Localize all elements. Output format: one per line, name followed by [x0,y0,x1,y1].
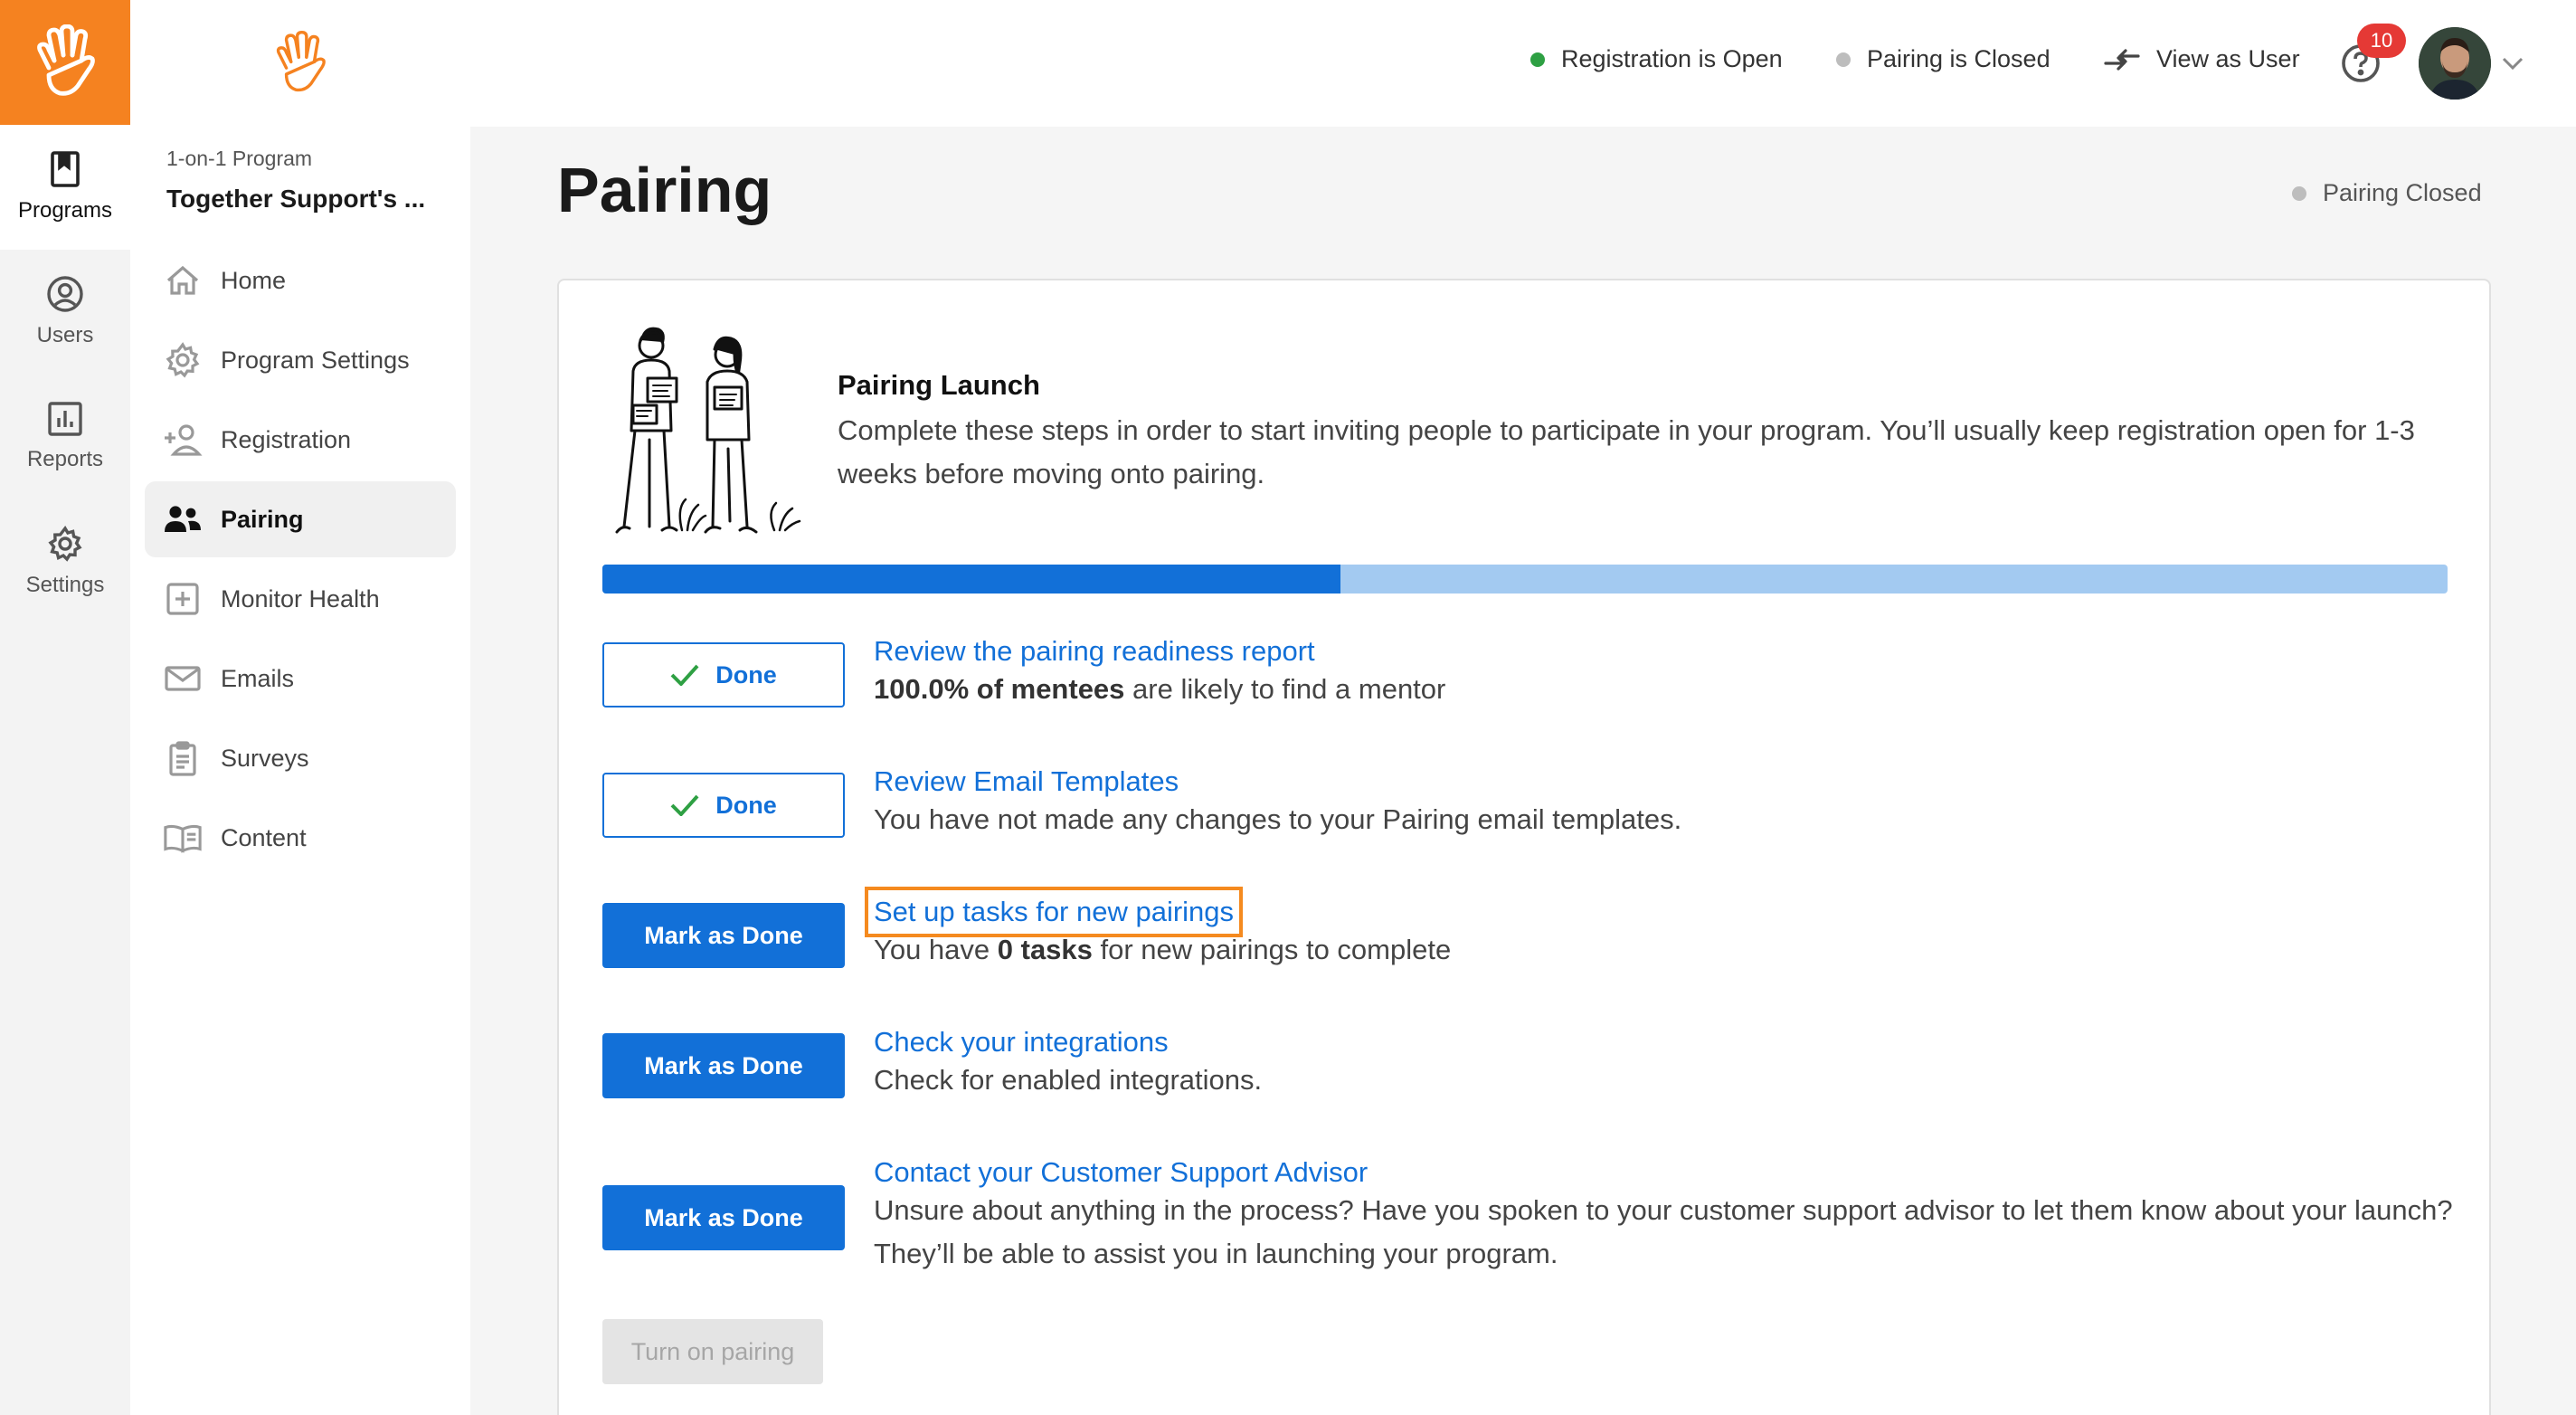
sidebar-item-registration[interactable]: Registration [145,402,456,478]
pairing-status: Pairing is Closed [1836,45,2050,73]
sidebar-item-surveys[interactable]: Surveys [145,720,456,796]
progress-bar-fill [602,565,1340,594]
clipboard-icon [163,738,203,778]
done-label: Done [715,791,777,819]
step-link[interactable]: Check your integrations [874,1026,1169,1059]
view-as-user-button[interactable]: View as User [2104,45,2300,73]
bookmark-icon [51,151,80,187]
sidebar-item-label: Home [221,266,287,294]
sidebar-item-label: Surveys [221,744,309,772]
sidebar-item-emails[interactable]: Emails [145,641,456,717]
rail-item-programs[interactable]: Programs [0,125,130,250]
check-icon [670,664,699,686]
sidebar-item-label: Program Settings [221,346,410,374]
page-title: Pairing [557,155,772,225]
step-link[interactable]: Set up tasks for new pairings [864,887,1244,937]
sidebar-item-label: Emails [221,664,295,692]
rail-item-label: Programs [17,198,113,223]
step-description: You have 0 tasks for new pairings to com… [874,928,2466,972]
app-logo[interactable] [0,0,130,125]
rail-item-label: Settings [25,573,105,597]
step-description: Check for enabled integrations. [874,1064,1263,1096]
rail-item-users[interactable]: Users [0,250,130,375]
step-description-text: for new pairings to complete [1092,934,1452,965]
add-user-icon [163,420,203,460]
app-root: Programs Users Reports Settings 1-on-1 P… [0,0,2576,1415]
user-circle-icon [47,276,83,312]
step-description: Unsure about anything in the process? Ha… [874,1194,2453,1269]
avatar[interactable] [2419,27,2491,100]
pairing-status-badge: Pairing Closed [2292,179,2482,207]
step-description-bold: 100.0% of mentees [874,673,1125,705]
pairing-status-text: Pairing is Closed [1867,45,2050,72]
view-as-user-label: View as User [2156,45,2300,72]
notification-badge[interactable]: 10 [2357,24,2406,58]
hand-logo-icon [37,24,95,96]
pairing-launch-card: Pairing Launch Complete these steps in o… [557,279,2491,1415]
hand-brand-icon [276,31,326,92]
check-icon [670,794,699,816]
plus-square-icon [163,579,203,619]
step-link[interactable]: Review Email Templates [874,765,1179,798]
program-sidebar: 1-on-1 Program Together Support's ... Ho… [130,0,470,1415]
done-button[interactable]: Done [602,773,845,838]
step-description-text: You have [874,934,998,965]
step-description: You have not made any changes to your Pa… [874,803,1682,835]
step-link[interactable]: Review the pairing readiness report [874,635,1315,668]
rail-item-reports[interactable]: Reports [0,375,130,499]
sidebar-item-pairing[interactable]: Pairing [145,481,456,557]
program-nav: Home Program Settings Registration Pairi… [145,242,456,879]
rail-item-settings[interactable]: Settings [0,499,130,624]
step-description-text: are likely to find a mentor [1124,673,1446,705]
gear-icon [48,526,82,562]
mark-as-done-button[interactable]: Mark as Done [602,903,845,968]
status-dot [2292,185,2306,201]
registration-status: Registration is Open [1530,45,1783,73]
primary-rail: Programs Users Reports Settings [0,0,130,1415]
pairing-status-badge-text: Pairing Closed [2323,179,2482,206]
status-dot [1530,52,1545,67]
progress-bar [602,565,2448,594]
rail-item-label: Users [36,323,94,347]
swap-arrows-icon [2104,48,2140,71]
home-icon [163,261,203,300]
sidebar-item-home[interactable]: Home [145,242,456,318]
bar-chart-icon [48,402,82,436]
status-dot [1836,52,1851,67]
people-illustration [615,327,801,534]
step-link[interactable]: Contact your Customer Support Advisor [874,1156,1368,1189]
program-name[interactable]: Together Support's ... [166,185,447,214]
sidebar-item-label: Registration [221,425,352,453]
book-icon [163,818,203,858]
sidebar-item-label: Monitor Health [221,584,380,613]
sidebar-item-label: Content [221,823,307,851]
sidebar-item-content[interactable]: Content [145,800,456,876]
step-description-bold: 0 tasks [997,934,1093,965]
launch-title: Pairing Launch [838,369,1040,401]
sidebar-item-label: Pairing [221,505,304,533]
mail-icon [163,659,203,698]
step-description: 100.0% of mentees are likely to find a m… [874,668,2466,711]
done-button[interactable]: Done [602,642,845,708]
users-icon [163,499,203,539]
done-label: Done [715,660,777,689]
mark-as-done-button[interactable]: Mark as Done [602,1033,845,1098]
launch-description: Complete these steps in order to start i… [838,414,2415,489]
sidebar-item-monitor-health[interactable]: Monitor Health [145,561,456,637]
rail-item-label: Reports [26,447,104,471]
program-type: 1-on-1 Program [166,147,313,170]
registration-status-text: Registration is Open [1561,45,1783,72]
chevron-down-icon[interactable] [2502,56,2524,71]
user-photo [2419,27,2491,100]
turn-on-pairing-button[interactable]: Turn on pairing [602,1319,823,1384]
mark-as-done-button[interactable]: Mark as Done [602,1185,845,1250]
gear-icon [163,340,203,380]
sidebar-item-program-settings[interactable]: Program Settings [145,322,456,398]
